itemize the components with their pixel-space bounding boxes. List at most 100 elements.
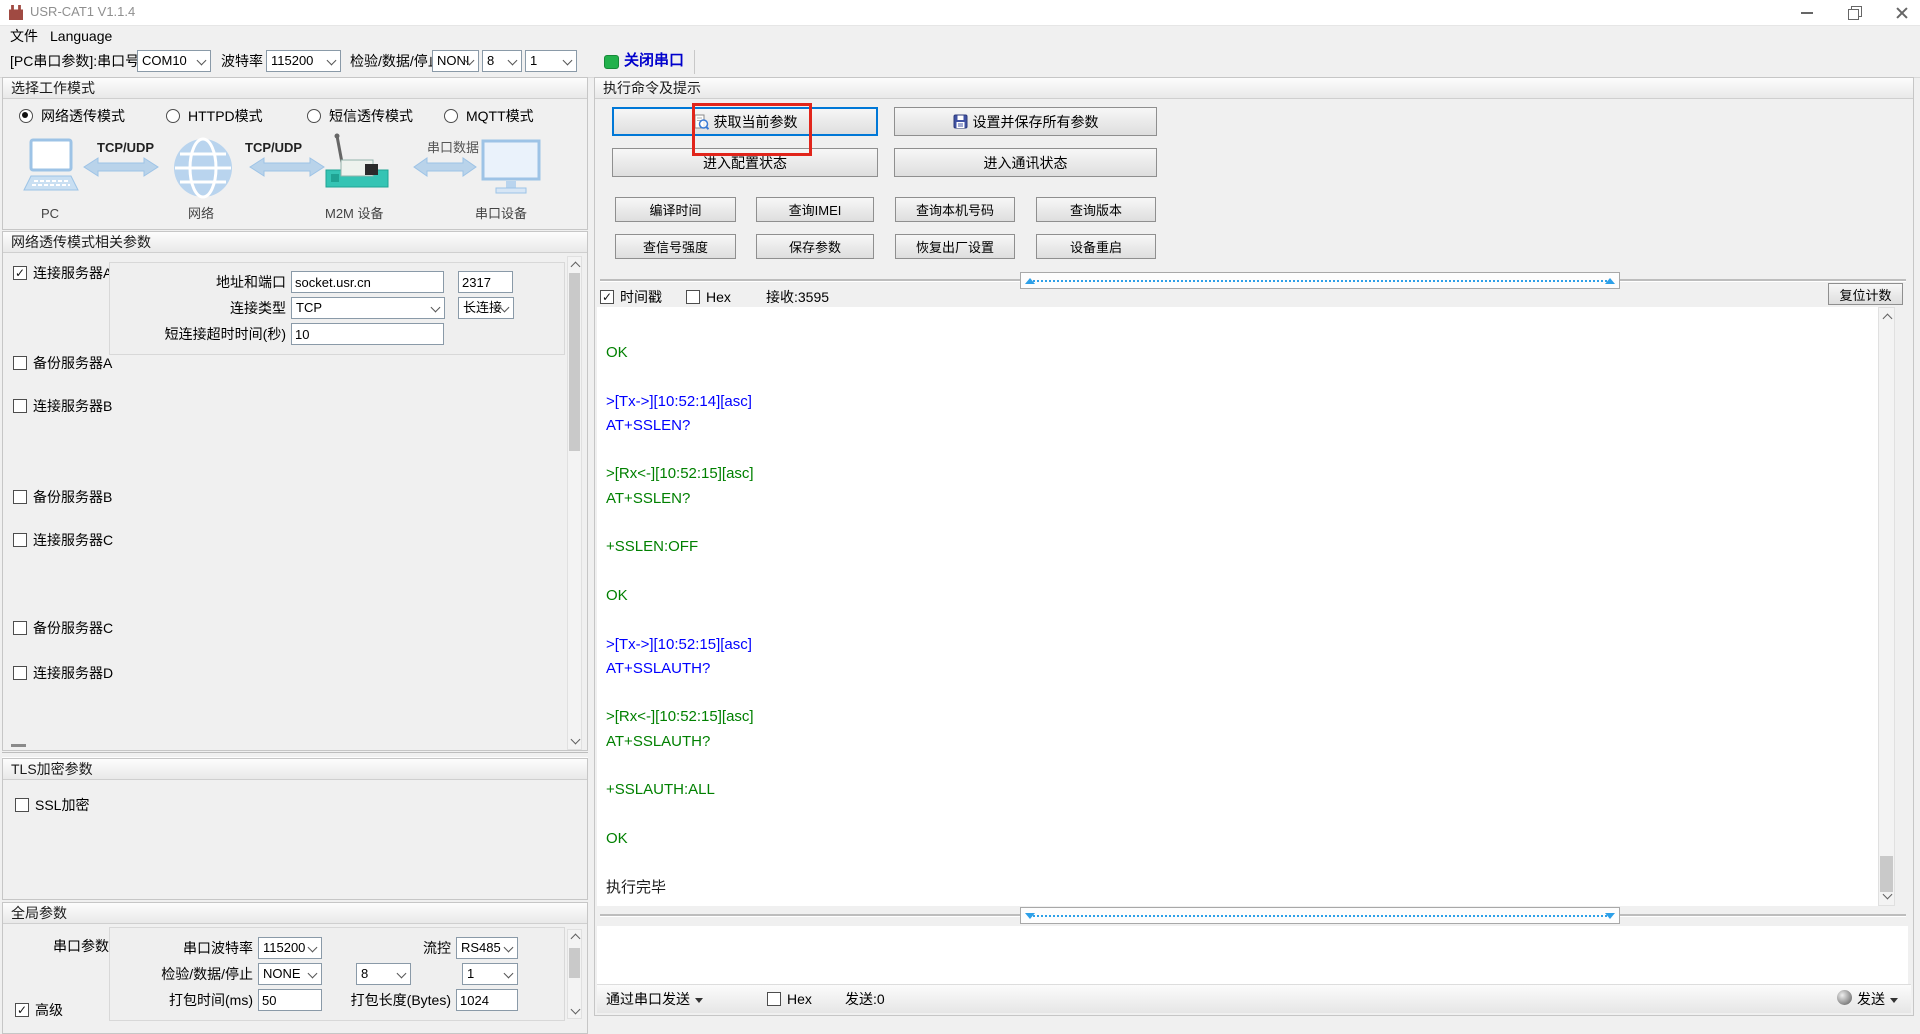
ssl-label[interactable]: SSL加密 bbox=[35, 795, 89, 815]
server-a-label[interactable]: 连接服务器A bbox=[33, 263, 112, 283]
global-scrollbar[interactable] bbox=[567, 929, 582, 1019]
backup-server-a-label[interactable]: 备份服务器A bbox=[33, 353, 112, 373]
server-b-checkbox[interactable] bbox=[13, 399, 27, 413]
short-timeout-input[interactable] bbox=[291, 323, 444, 345]
serial-stopbits-select[interactable]: 1 bbox=[462, 963, 518, 985]
radio-net-passthrough[interactable] bbox=[19, 109, 33, 123]
backup-server-a-checkbox[interactable] bbox=[13, 356, 27, 370]
flow-select[interactable]: RS485 bbox=[456, 937, 518, 959]
advanced-label[interactable]: 高级 bbox=[35, 1000, 63, 1020]
advanced-checkbox[interactable] bbox=[15, 1003, 29, 1017]
serial-baud-label: 串口波特率 bbox=[183, 940, 253, 956]
close-button[interactable] bbox=[1884, 0, 1918, 25]
device-restart-button[interactable]: 设备重启 bbox=[1036, 234, 1156, 259]
radio-httpd[interactable] bbox=[166, 109, 180, 123]
set-save-params-button[interactable]: 设置并保存所有参数 bbox=[894, 107, 1157, 136]
scroll-up-icon[interactable] bbox=[570, 933, 581, 944]
serial-parity-select[interactable]: NONE bbox=[258, 963, 322, 985]
server-d-checkbox[interactable] bbox=[13, 666, 27, 680]
node-label-m2m: M2M 设备 bbox=[325, 206, 384, 221]
factory-reset-button[interactable]: 恢复出厂设置 bbox=[895, 234, 1015, 259]
scrollbar-thumb[interactable] bbox=[1880, 856, 1893, 892]
send-button[interactable]: 发送 bbox=[1857, 989, 1898, 1009]
reset-counter-button[interactable]: 复位计数 bbox=[1828, 283, 1903, 305]
server-addr-input[interactable] bbox=[291, 271, 444, 293]
chevron-down-icon bbox=[503, 968, 514, 979]
window-title: USR-CAT1 V1.1.4 bbox=[30, 4, 136, 19]
send-hex-label[interactable]: Hex bbox=[787, 989, 812, 1009]
menu-file[interactable]: 文件 bbox=[6, 26, 42, 47]
scroll-down-icon[interactable] bbox=[570, 1004, 581, 1015]
send-textarea[interactable] bbox=[597, 926, 1908, 984]
trackbar-marker-icon[interactable] bbox=[1605, 913, 1615, 919]
save-params-button[interactable]: 保存参数 bbox=[756, 234, 874, 259]
net-params-scrollbar[interactable] bbox=[567, 256, 582, 750]
baud-select[interactable]: 115200 bbox=[266, 50, 341, 72]
com-port-select[interactable]: COM10 bbox=[137, 50, 211, 72]
log-body[interactable]: OK >[Tx->][10:52:14][asc] AT+SSLEN? >[Rx<-]… bbox=[597, 307, 1878, 906]
top-trackbar-slider[interactable] bbox=[1020, 272, 1620, 289]
ssl-checkbox[interactable] bbox=[15, 798, 29, 812]
server-a-checkbox[interactable] bbox=[13, 266, 27, 280]
query-version-button[interactable]: 查询版本 bbox=[1036, 197, 1156, 222]
backup-server-b-label[interactable]: 备份服务器B bbox=[33, 487, 112, 507]
log-scrollbar[interactable] bbox=[1878, 307, 1895, 906]
backup-server-c-label[interactable]: 备份服务器C bbox=[33, 618, 113, 638]
compile-time-button[interactable]: 编译时间 bbox=[615, 197, 736, 222]
flow-label: 流控 bbox=[423, 940, 451, 956]
query-signal-button[interactable]: 查信号强度 bbox=[615, 234, 736, 259]
server-port-input[interactable] bbox=[458, 271, 513, 293]
query-imei-button[interactable]: 查询IMEI bbox=[756, 197, 874, 222]
log-hex-checkbox[interactable] bbox=[686, 290, 700, 304]
radio-mqtt-label[interactable]: MQTT模式 bbox=[466, 106, 534, 126]
serial-baud-select[interactable]: 115200 bbox=[258, 937, 322, 959]
radio-sms-passthrough-label[interactable]: 短信透传模式 bbox=[329, 106, 413, 126]
restore-button[interactable] bbox=[1838, 0, 1872, 25]
tls-header: TLS加密参数 bbox=[3, 759, 587, 780]
radio-net-passthrough-label[interactable]: 网络透传模式 bbox=[41, 106, 125, 126]
server-c-label[interactable]: 连接服务器C bbox=[33, 530, 113, 550]
scroll-up-icon[interactable] bbox=[1882, 313, 1893, 324]
parity-select[interactable]: NONI bbox=[432, 50, 479, 72]
log-hex-label[interactable]: Hex bbox=[706, 287, 731, 307]
send-via-dropdown[interactable]: 通过串口发送 bbox=[606, 989, 703, 1009]
trackbar-marker-icon[interactable] bbox=[1605, 278, 1615, 284]
send-bar: 通过串口发送 Hex 发送:0 发送 bbox=[597, 984, 1911, 1013]
menu-language[interactable]: Language bbox=[46, 26, 116, 47]
scrollbar-thumb[interactable] bbox=[569, 948, 580, 978]
serial-databits-select[interactable]: 8 bbox=[356, 963, 411, 985]
scroll-up-icon[interactable] bbox=[570, 261, 581, 272]
bottom-trackbar-slider[interactable] bbox=[1020, 907, 1620, 924]
scroll-down-icon[interactable] bbox=[570, 734, 581, 745]
recv-counter: 接收:3595 bbox=[766, 289, 830, 305]
query-phone-number-label: 查询本机号码 bbox=[915, 203, 994, 218]
baud-label: 波特率 bbox=[221, 53, 263, 69]
pack-time-input[interactable] bbox=[258, 989, 322, 1011]
radio-sms-passthrough[interactable] bbox=[307, 109, 321, 123]
server-d-label[interactable]: 连接服务器D bbox=[33, 663, 113, 683]
query-phone-number-button[interactable]: 查询本机号码 bbox=[895, 197, 1015, 222]
radio-httpd-label[interactable]: HTTPD模式 bbox=[188, 106, 263, 126]
minimize-button[interactable] bbox=[1790, 0, 1824, 25]
radio-mqtt[interactable] bbox=[444, 109, 458, 123]
serial-stopbits-value: 1 bbox=[467, 966, 475, 981]
conn-keep-select[interactable]: 长连接 bbox=[458, 297, 514, 319]
backup-server-b-checkbox[interactable] bbox=[13, 490, 27, 504]
server-b-label[interactable]: 连接服务器B bbox=[33, 396, 112, 416]
pack-len-input[interactable] bbox=[456, 989, 518, 1011]
close-port-button[interactable]: 关闭串口 bbox=[624, 51, 684, 71]
scrollbar-thumb[interactable] bbox=[569, 273, 580, 451]
stopbits-select[interactable]: 1 bbox=[525, 50, 577, 72]
timestamp-label[interactable]: 时间戳 bbox=[620, 287, 662, 307]
timestamp-checkbox[interactable] bbox=[600, 290, 614, 304]
server-c-checkbox[interactable] bbox=[13, 533, 27, 547]
log-line: >[Tx->][10:52:15][asc] bbox=[606, 635, 752, 653]
send-hex-checkbox[interactable] bbox=[767, 992, 781, 1006]
conn-type-select[interactable]: TCP bbox=[291, 297, 445, 319]
annotation-red-box bbox=[692, 103, 812, 156]
menu-bar: 文件 Language bbox=[0, 26, 1920, 47]
databits-select[interactable]: 8 bbox=[482, 50, 522, 72]
enter-comm-button[interactable]: 进入通讯状态 bbox=[894, 148, 1157, 177]
backup-server-c-checkbox[interactable] bbox=[13, 621, 27, 635]
